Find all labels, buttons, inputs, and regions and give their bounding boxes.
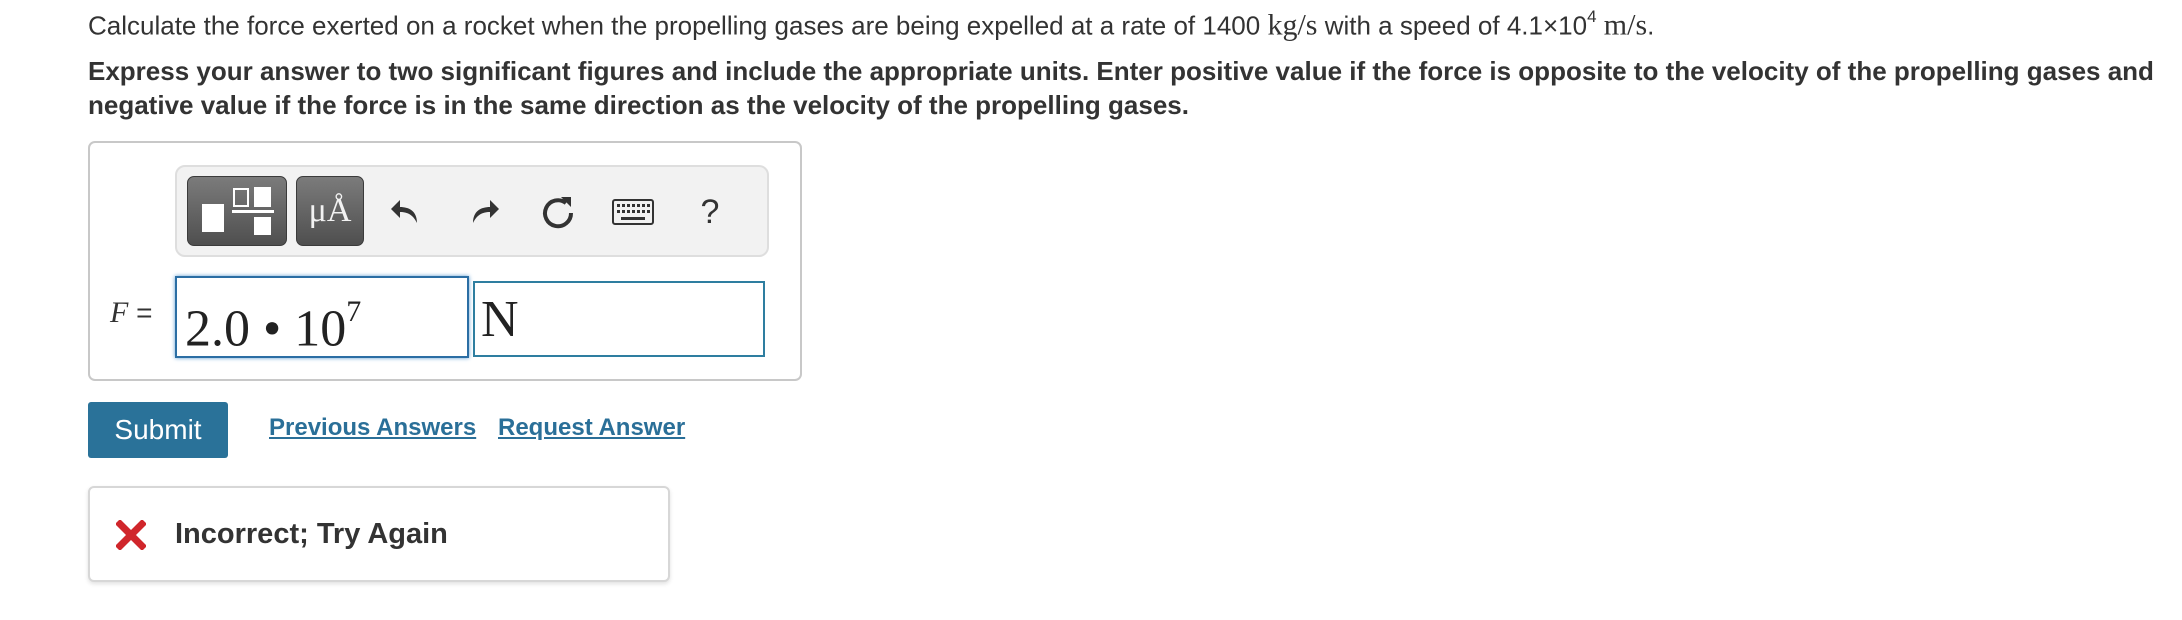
rate-unit: kg/s [1267,8,1318,42]
request-answer-link[interactable]: Request Answer [498,414,685,442]
instructions-line-2: negative value if the force is in the sa… [88,90,1189,120]
value-mantissa: 2.0 • 10 [185,300,347,358]
keyboard-icon [612,199,654,225]
previous-answers-link[interactable]: Previous Answers [269,414,476,442]
answer-units-input[interactable]: N [473,281,765,357]
x-icon [115,519,147,555]
reset-button[interactable] [536,184,580,240]
instructions: Express your answer to two significant f… [88,54,2182,122]
equals-sign: = [136,297,153,328]
undo-icon [391,200,417,223]
redo-button[interactable] [464,184,504,240]
speed-exponent: 4 [1587,7,1597,26]
variable-label: F = [110,296,152,330]
units-icon: μÅ [308,192,352,229]
templates-button[interactable] [187,176,287,246]
templates-icon [202,187,274,235]
help-icon: ? [700,192,720,231]
keyboard-button[interactable] [610,184,656,240]
speed-unit: m/s [1603,8,1648,42]
redo-icon [473,200,499,223]
units-value: N [481,291,519,348]
undo-button[interactable] [386,184,426,240]
submit-button[interactable]: Submit [88,402,228,458]
instructions-line-1: Express your answer to two significant f… [88,56,2154,86]
reset-icon [543,197,574,229]
question-text: Calculate the force exerted on a rocket … [88,7,1655,42]
variable-name: F [110,296,129,329]
value-exponent: 7 [346,295,362,328]
help-button[interactable]: ? [692,184,728,240]
answer-value-input[interactable]: 2.0 • 107 [175,276,469,358]
feedback-message: Incorrect; Try Again [175,518,448,550]
units-button[interactable]: μÅ [296,176,364,246]
